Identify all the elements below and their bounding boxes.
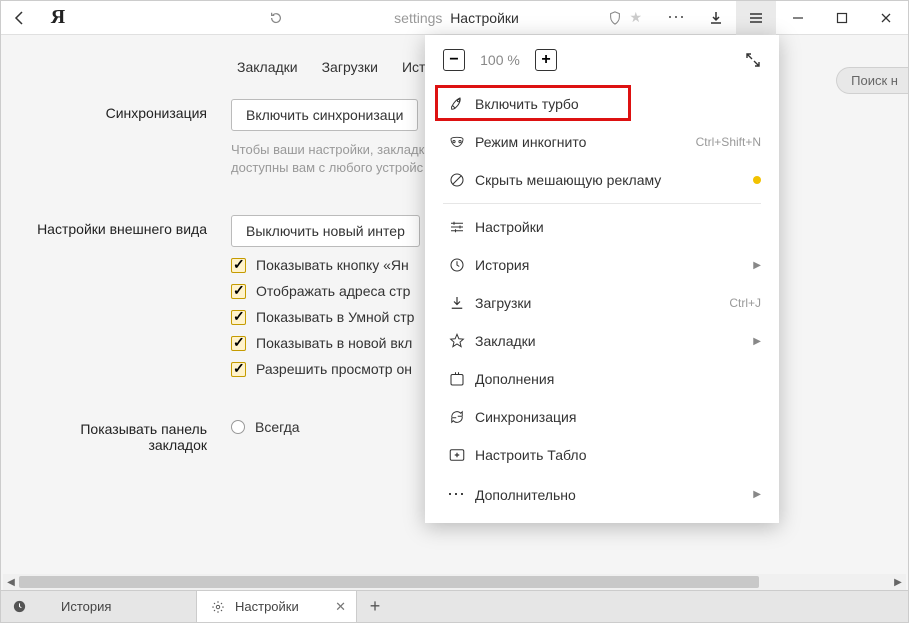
tab-bar: История Настройки ✕ + [1,590,908,622]
shortcut-text: Ctrl+J [729,296,761,310]
menu-separator [443,203,761,204]
menu-addons[interactable]: Дополнения [425,360,779,398]
chevron-right-icon: ▶ [753,336,761,347]
menu-turbo[interactable]: Включить турбо [425,85,779,123]
checkbox-icon [231,258,246,273]
section-bookmarks-bar-label: Показывать панель закладок [31,415,231,453]
tab-history[interactable]: История [37,591,197,622]
section-sync-label: Синхронизация [31,99,231,177]
disable-new-ui-button[interactable]: Выключить новый интер [231,215,420,247]
tab-settings[interactable]: Настройки ✕ [197,591,357,622]
scroll-thumb[interactable] [19,576,759,588]
nav-bookmarks[interactable]: Закладки [237,59,298,75]
sliders-icon [443,218,471,236]
menu-sync[interactable]: Синхронизация [425,398,779,436]
horizontal-scrollbar[interactable]: ◀ ▶ [3,574,906,590]
chevron-right-icon: ▶ [753,489,761,500]
clock-icon[interactable] [1,591,37,622]
zoom-out-button[interactable]: − [443,49,465,71]
yandex-logo[interactable]: Я [39,1,77,35]
omnibox-text: settings Настройки [394,10,519,26]
tab-label: Настройки [235,599,299,614]
minimize-button[interactable] [776,1,820,35]
download-icon [443,294,471,312]
nav-downloads[interactable]: Загрузки [322,59,378,75]
search-input[interactable]: Поиск н [836,67,908,94]
nav-history[interactable]: Ист [402,59,425,75]
menu-downloads[interactable]: Загрузки Ctrl+J [425,284,779,322]
radio-icon [231,420,245,434]
checkbox-icon [231,310,246,325]
star-icon[interactable]: ★ [629,9,642,26]
top-toolbar: Я settings Настройки ★ ⋯ [1,1,908,35]
toolbar-right: ⋯ [656,1,776,35]
main-menu: − 100 % + Включить турбо Режим инкогнито… [425,35,779,523]
new-tab-button[interactable]: + [357,591,393,622]
zoom-value: 100 % [465,52,535,68]
block-icon [443,171,471,189]
downloads-button[interactable] [696,1,736,35]
sync-icon [443,408,471,426]
menu-history[interactable]: История ▶ [425,246,779,284]
rocket-icon [443,95,471,113]
tab-close-button[interactable]: ✕ [335,599,346,615]
more-button[interactable]: ⋯ [656,1,696,35]
omnibox[interactable]: settings Настройки ★ [263,4,650,32]
tablo-icon [443,446,471,464]
reload-icon[interactable] [269,11,283,25]
menu-button[interactable] [736,1,776,35]
menu-more[interactable]: ⋯ Дополнительно ▶ [425,474,779,515]
fullscreen-button[interactable] [745,52,761,68]
addons-icon [443,370,471,388]
gear-icon [211,600,225,614]
menu-incognito[interactable]: Режим инкогнито Ctrl+Shift+N [425,123,779,161]
maximize-button[interactable] [820,1,864,35]
shield-icon[interactable] [608,11,622,25]
scroll-right-arrow[interactable]: ▶ [890,577,906,588]
menu-adblock[interactable]: Скрыть мешающую рекламу [425,161,779,199]
checkbox-icon [231,284,246,299]
status-dot [753,176,761,184]
shortcut-text: Ctrl+Shift+N [696,135,761,149]
scroll-left-arrow[interactable]: ◀ [3,577,19,588]
history-icon [443,256,471,274]
star-outline-icon [443,332,471,350]
mask-icon [443,133,471,151]
window-controls [776,1,908,35]
close-button[interactable] [864,1,908,35]
zoom-in-button[interactable]: + [535,49,557,71]
section-appearance-label: Настройки внешнего вида [31,215,231,377]
menu-tablo[interactable]: Настроить Табло [425,436,779,474]
dots-icon: ⋯ [443,484,471,505]
checkbox-icon [231,336,246,351]
checkbox-icon [231,362,246,377]
menu-bookmarks[interactable]: Закладки ▶ [425,322,779,360]
tab-label: История [61,599,111,614]
enable-sync-button[interactable]: Включить синхронизаци [231,99,418,131]
menu-settings[interactable]: Настройки [425,208,779,246]
chevron-right-icon: ▶ [753,260,761,271]
zoom-row: − 100 % + [425,43,779,85]
back-button[interactable] [1,1,39,35]
scroll-track[interactable] [19,574,890,590]
